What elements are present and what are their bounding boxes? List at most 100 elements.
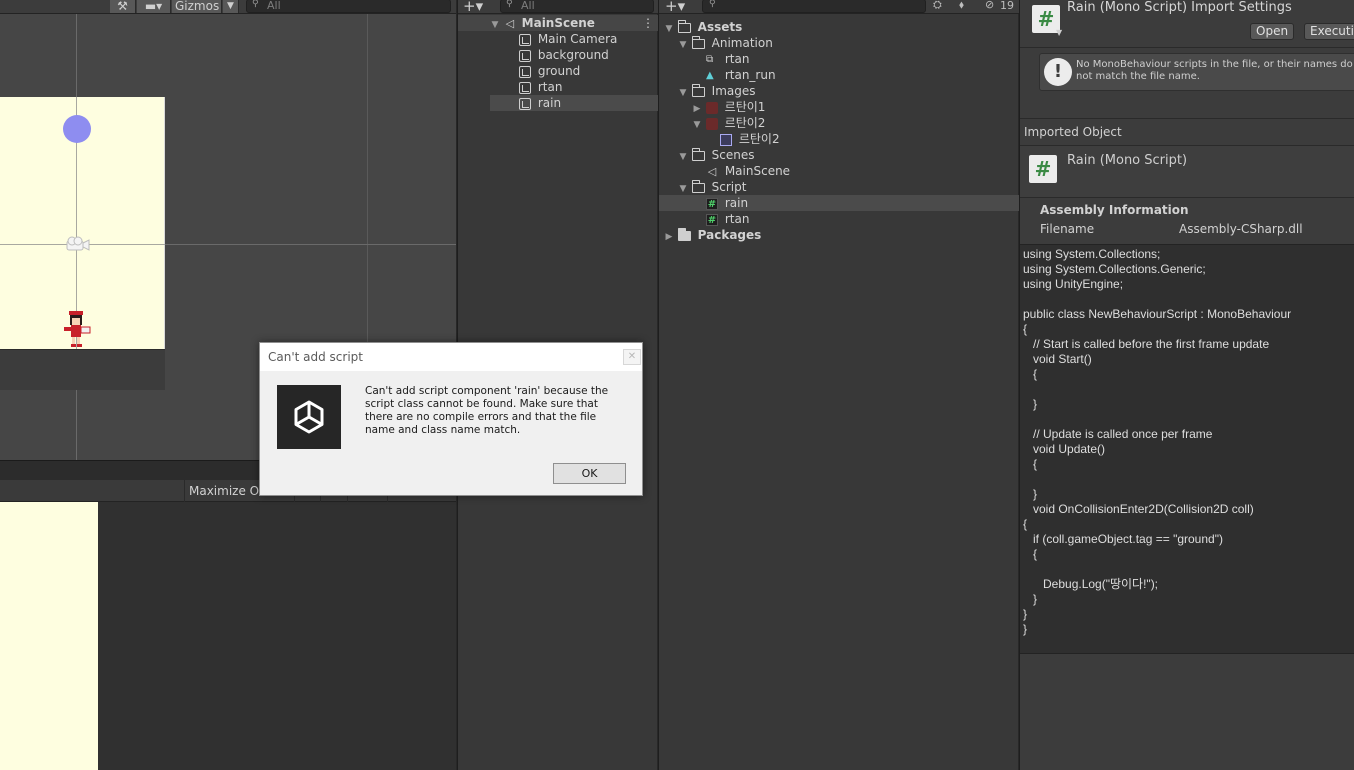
warning-text: No MonoBehaviour scripts in the file, or… xyxy=(1076,59,1353,82)
gizmos-button[interactable]: Gizmos xyxy=(172,0,222,13)
hidden-packages-count: 19 xyxy=(1000,0,1014,12)
folder-open-icon xyxy=(691,83,705,97)
project-folder-images[interactable]: ▼ Images xyxy=(659,83,1019,99)
folder-label: Scenes xyxy=(711,148,755,162)
project-folder-animation[interactable]: ▼ Animation xyxy=(659,35,1019,51)
scene-search-input[interactable]: All xyxy=(246,0,451,13)
item-label: 르탄이2 xyxy=(724,116,766,130)
hierarchy-item-background[interactable]: background xyxy=(458,47,658,63)
project-search-input[interactable] xyxy=(702,0,926,13)
inspector-title: Rain (Mono Script) Import Settings xyxy=(1067,0,1292,15)
cant-add-script-dialog: Can't add script ✕ Can't add script comp… xyxy=(259,342,643,496)
folder-label: Packages xyxy=(697,228,762,242)
hierarchy-item-label: Main Camera xyxy=(537,32,618,46)
scene-toolbar: ⚒ ▬▾ Gizmos ▼ All ⚲ xyxy=(0,0,456,14)
chevron-right-icon[interactable]: ▶ xyxy=(664,229,674,245)
add-icon[interactable]: +▾ xyxy=(665,0,685,15)
csharp-script-icon: # xyxy=(1029,155,1057,183)
project-item-image-2-sprite[interactable]: 르탄이2 xyxy=(659,131,1019,147)
item-label: rtan xyxy=(724,52,750,66)
game-view-background xyxy=(0,502,98,770)
hierarchy-item-label: rain xyxy=(537,96,562,110)
warning-icon: ! xyxy=(1044,58,1072,86)
divider xyxy=(1020,47,1354,48)
gameobject-icon xyxy=(519,33,531,46)
filter-by-type-icon[interactable]: ⛭ xyxy=(933,0,942,12)
unity-logo-icon xyxy=(277,385,341,449)
folder-label: Script xyxy=(711,180,747,194)
hierarchy-item-ground[interactable]: ground xyxy=(458,63,658,79)
close-icon[interactable]: ✕ xyxy=(623,349,641,365)
rtan-character-sprite[interactable] xyxy=(60,309,94,349)
camera-settings-icon[interactable]: ▬▾ xyxy=(137,0,171,13)
item-label: 르탄이1 xyxy=(724,100,766,114)
hierarchy-item-label: rtan xyxy=(537,80,563,94)
ok-button[interactable]: OK xyxy=(553,463,626,484)
hierarchy-item-main-camera[interactable]: Main Camera xyxy=(458,31,658,47)
animation-clip-icon: ▲ xyxy=(706,69,714,81)
gameobject-icon xyxy=(519,81,531,94)
unity-scene-icon: ◁ xyxy=(505,16,515,30)
hierarchy-item-rtan[interactable]: rtan xyxy=(458,79,658,95)
project-item-script-rain[interactable]: # rain xyxy=(659,195,1019,211)
ground-sprite[interactable] xyxy=(0,349,165,390)
filename-value: Assembly-CSharp.dll xyxy=(1179,222,1303,236)
project-item-mainscene[interactable]: ◁ MainScene xyxy=(659,163,1019,179)
hierarchy-item-rain[interactable]: rain xyxy=(490,95,658,111)
tools-icon[interactable]: ⚒ xyxy=(110,0,136,13)
sprite-icon xyxy=(705,101,718,114)
project-item-script-rtan[interactable]: # rtan xyxy=(659,211,1019,227)
script-source-text: using System.Collections; using System.C… xyxy=(1023,247,1292,636)
scene-header-row[interactable]: ▼ ◁ MainScene ⋮ xyxy=(458,15,658,31)
open-button[interactable]: Open xyxy=(1250,23,1295,40)
filter-by-label-icon[interactable]: ⬧ xyxy=(959,0,964,12)
gameobject-icon xyxy=(519,65,531,78)
gameobject-icon xyxy=(519,49,531,62)
unity-scene-icon: ◁ xyxy=(707,164,717,178)
project-folder-scenes[interactable]: ▼ Scenes xyxy=(659,147,1019,163)
project-folder-assets[interactable]: ▼ Assets xyxy=(659,19,1019,35)
project-item-image-2[interactable]: ▼ 르탄이2 xyxy=(659,115,1019,131)
item-label: rtan xyxy=(724,212,750,226)
project-item-anim-rtan[interactable]: ⧉ rtan xyxy=(659,51,1019,67)
gizmos-dropdown-icon[interactable]: ▼ xyxy=(223,0,239,13)
search-icon: ⚲ xyxy=(506,0,513,9)
hierarchy-item-label: ground xyxy=(537,64,581,78)
csharp-script-icon: # xyxy=(706,197,718,210)
folder-label: Assets xyxy=(697,20,743,34)
execution-order-button[interactable]: Execution xyxy=(1304,23,1354,40)
script-preview: using System.Collections; using System.C… xyxy=(1020,244,1354,654)
folder-open-icon xyxy=(691,35,705,49)
camera-gizmo-icon[interactable] xyxy=(64,236,90,254)
search-icon: ⚲ xyxy=(709,0,716,9)
imported-object-header: Imported Object xyxy=(1020,119,1354,146)
folder-open-icon xyxy=(677,19,691,33)
add-icon[interactable]: +▾ xyxy=(463,0,483,15)
dialog-message: Can't add script component 'rain' becaus… xyxy=(365,385,609,436)
sub-sprite-icon xyxy=(720,133,732,146)
project-folder-script[interactable]: ▼ Script xyxy=(659,179,1019,195)
project-item-anim-rtan-run[interactable]: ▲ rtan_run xyxy=(659,67,1019,83)
project-folder-packages[interactable]: ▶ Packages xyxy=(659,227,1019,243)
folder-icon xyxy=(677,227,691,241)
chevron-down-icon[interactable]: ▼ xyxy=(1056,28,1062,37)
rain-drop-sprite[interactable] xyxy=(63,115,91,143)
search-icon: ⚲ xyxy=(252,0,259,9)
object-name: Rain (Mono Script) xyxy=(1067,153,1188,168)
scene-name: MainScene xyxy=(521,16,595,30)
section-title: Imported Object xyxy=(1024,125,1122,139)
folder-open-icon xyxy=(691,179,705,193)
imported-object-row[interactable]: # Rain (Mono Script) xyxy=(1020,146,1354,198)
item-label: 르탄이2 xyxy=(738,132,780,146)
more-options-icon[interactable]: ⋮ xyxy=(642,15,654,31)
project-panel: +▾ ⚲ ⛭ ⬧ ⊘ 19 ▼ Assets ▼ Animation ⧉ rta… xyxy=(658,0,1019,770)
warning-box: ! No MonoBehaviour scripts in the file, … xyxy=(1039,53,1354,91)
hierarchy-search-input[interactable]: All xyxy=(500,0,654,13)
project-toolbar: +▾ ⚲ ⛭ ⬧ ⊘ 19 xyxy=(659,0,1019,15)
hidden-packages-icon[interactable]: ⊘ xyxy=(985,0,994,11)
folder-open-icon xyxy=(691,147,705,161)
project-item-image-1[interactable]: ▶ 르탄이1 xyxy=(659,99,1019,115)
hierarchy-item-label: background xyxy=(537,48,609,62)
animator-controller-icon: ⧉ xyxy=(706,53,714,65)
item-label: rtan_run xyxy=(724,68,776,82)
